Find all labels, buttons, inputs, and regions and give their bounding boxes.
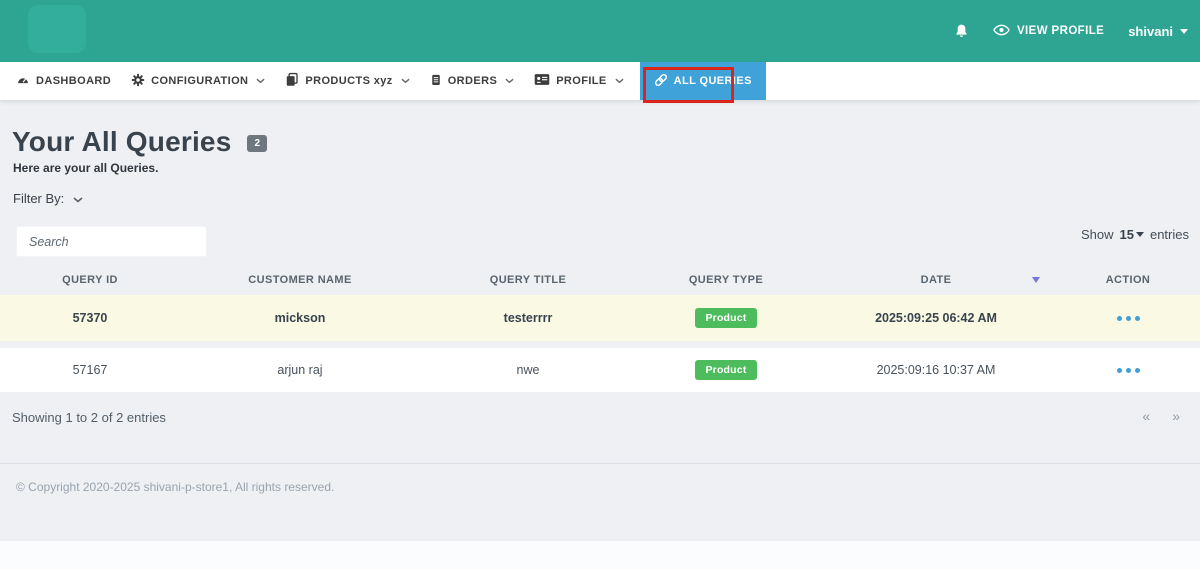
tachometer-icon (16, 73, 30, 89)
notification-bell-icon[interactable] (954, 23, 969, 39)
action-menu-button[interactable] (1113, 362, 1144, 379)
bottom-strip (0, 541, 1200, 569)
nav-label: CONFIGURATION (151, 75, 249, 87)
query-type-cell: Product (636, 360, 816, 380)
link-icon (654, 73, 668, 90)
query-id-cell: 57370 (72, 311, 108, 325)
query-id-cell: 57167 (72, 363, 108, 377)
date-header-label: DATE (920, 274, 952, 286)
sort-desc-icon (1032, 277, 1040, 283)
column-header-query-id[interactable]: QUERY ID (0, 274, 180, 286)
date-cell: 2025:09:16 10:37 AM (876, 363, 996, 377)
nav-item-dashboard[interactable]: DASHBOARD (6, 62, 121, 100)
query-type-cell: Product (636, 308, 816, 328)
entries-per-page-value: 15 (1119, 227, 1134, 242)
nav-label: PROFILE (556, 75, 607, 87)
chevron-down-icon (615, 75, 624, 87)
chevron-down-icon (73, 191, 83, 206)
eye-icon (993, 24, 1010, 39)
query-count-badge: 2 (247, 135, 268, 152)
username: shivani (1128, 23, 1173, 39)
chevron-down-icon (256, 75, 265, 87)
query-type-badge: Product (695, 308, 757, 328)
caret-down-icon (1180, 28, 1188, 34)
query-title-cell: testerrrr (503, 311, 553, 325)
action-cell (1056, 362, 1200, 379)
table-header-row: QUERY ID CUSTOMER NAME QUERY TITLE QUERY… (0, 265, 1200, 295)
column-header-customer-name[interactable]: CUSTOMER NAME (180, 274, 420, 286)
nav-item-configuration[interactable]: CONFIGURATION (121, 62, 275, 100)
nav-item-all-queries[interactable]: ALL QUERIES (639, 62, 766, 103)
orders-icon (430, 73, 442, 90)
query-title-cell: nwe (516, 363, 540, 377)
chevron-down-icon (401, 75, 410, 87)
page-subtitle: Here are your all Queries. (13, 161, 159, 175)
filter-by-label: Filter By: (13, 191, 65, 206)
filter-by-dropdown[interactable]: Filter By: (13, 191, 83, 206)
action-menu-button[interactable] (1113, 310, 1144, 327)
table-row: 57167 arjun raj nwe Product 2025:09:16 1… (0, 348, 1200, 392)
footer-divider (0, 463, 1200, 464)
header-actions: VIEW PROFILE shivani (954, 0, 1188, 62)
pagination-next-button[interactable]: » (1172, 408, 1180, 424)
column-header-date[interactable]: DATE (816, 274, 1056, 286)
page-title: Your All Queries 2 (12, 126, 268, 158)
nav-item-profile[interactable]: PROFILE (524, 62, 633, 100)
view-profile-link[interactable]: VIEW PROFILE (993, 24, 1104, 39)
pagination: « » (1142, 408, 1180, 424)
entries-label: entries (1149, 227, 1189, 242)
gear-icon (131, 73, 145, 90)
view-profile-label: VIEW PROFILE (1016, 25, 1105, 37)
customer-name-cell: arjun raj (277, 363, 323, 377)
customer-name-cell: mickson (274, 311, 326, 325)
table-row: 57370 mickson testerrrr Product 2025:09:… (0, 295, 1200, 341)
caret-down-icon (1135, 232, 1144, 237)
action-cell (1056, 310, 1200, 327)
nav-label: ALL QUERIES (673, 75, 752, 87)
user-menu[interactable]: shivani (1128, 24, 1188, 39)
top-header: VIEW PROFILE shivani (0, 0, 1200, 62)
nav-item-orders[interactable]: ORDERS (420, 62, 524, 100)
page-title-text: Your All Queries (12, 126, 232, 157)
pagination-prev-button[interactable]: « (1142, 408, 1150, 424)
nav-label: PRODUCTS xyz (305, 75, 393, 87)
search-input[interactable] (16, 226, 207, 257)
column-header-query-type[interactable]: QUERY TYPE (636, 274, 816, 286)
nav-item-products[interactable]: PRODUCTS xyz (275, 62, 419, 100)
id-card-icon (534, 73, 550, 89)
entries-per-page-select[interactable]: 15 (1120, 227, 1144, 242)
show-entries-control: Show 15 entries (1081, 227, 1189, 242)
query-type-badge: Product (695, 360, 757, 380)
nav-label: ORDERS (447, 75, 498, 87)
main-nav: DASHBOARD CONFIGURATION PRODUCTS xyz ORD… (0, 62, 1200, 103)
nav-label: DASHBOARD (36, 75, 112, 87)
store-logo[interactable] (28, 5, 86, 53)
copy-icon (285, 72, 299, 90)
table-summary: Showing 1 to 2 of 2 entries (12, 410, 166, 425)
column-header-action[interactable]: ACTION (1056, 274, 1200, 286)
column-header-query-title[interactable]: QUERY TITLE (420, 274, 636, 286)
chevron-down-icon (505, 75, 514, 87)
date-cell: 2025:09:25 06:42 AM (875, 311, 997, 325)
footer-copyright: © Copyright 2020-2025 shivani-p-store1, … (16, 480, 335, 494)
show-label: Show (1080, 227, 1114, 242)
